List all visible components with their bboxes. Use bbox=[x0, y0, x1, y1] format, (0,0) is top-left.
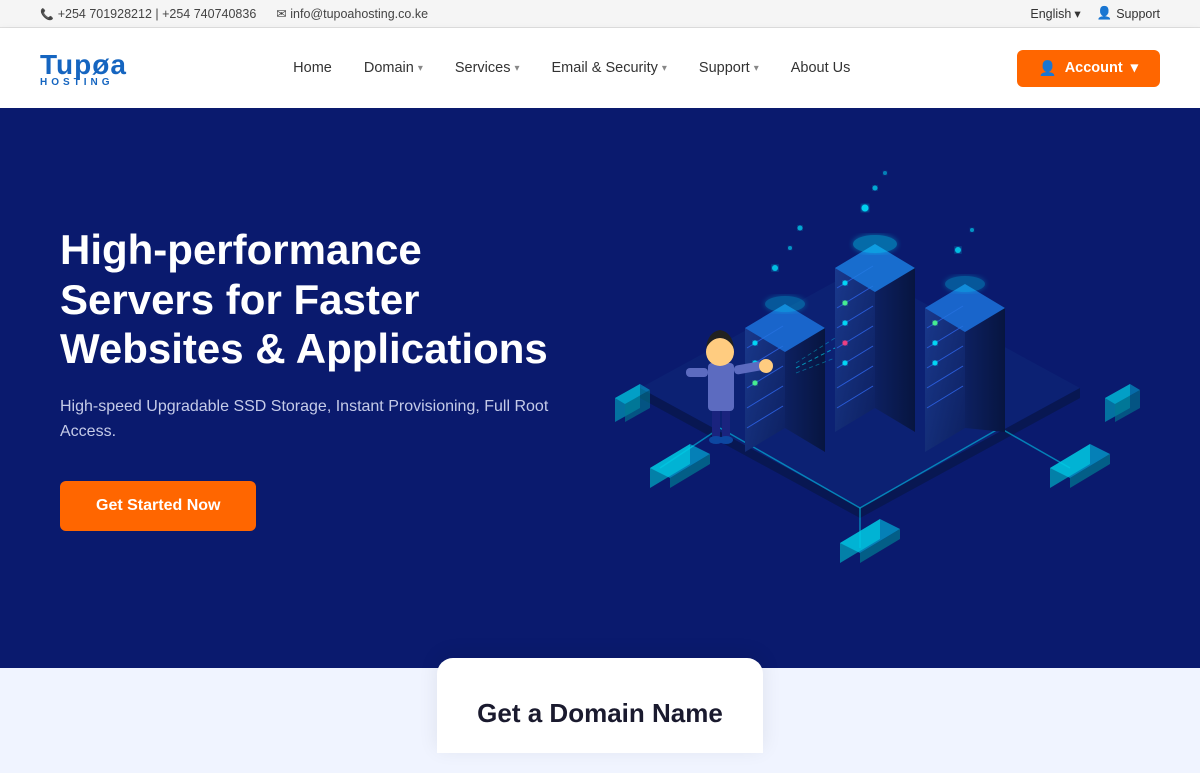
support-label: Support bbox=[1116, 7, 1160, 21]
support-link[interactable]: 👤 Support bbox=[1097, 6, 1160, 21]
topbar: +254 701928212 | +254 740740836 ✉ info@t… bbox=[0, 0, 1200, 28]
domain-section-wrapper: Get a Domain Name bbox=[0, 668, 1200, 773]
chevron-down-icon: ▾ bbox=[1131, 60, 1138, 76]
chevron-down-icon: ▾ bbox=[418, 63, 423, 74]
chevron-down-icon: ▾ bbox=[662, 63, 667, 74]
phone-number: +254 701928212 | +254 740740836 bbox=[40, 7, 256, 21]
email-address: ✉ info@tupoahosting.co.ke bbox=[276, 6, 428, 21]
domain-section: Get a Domain Name bbox=[437, 658, 763, 753]
nav-item-services[interactable]: Services ▾ bbox=[441, 52, 534, 84]
nav-link-services[interactable]: Services ▾ bbox=[441, 52, 534, 84]
nav-item-support[interactable]: Support ▾ bbox=[685, 52, 773, 84]
server-illustration-svg bbox=[560, 168, 1160, 588]
hero-title: High-performance Servers for Faster Webs… bbox=[60, 225, 560, 374]
logo-a: a bbox=[110, 49, 127, 80]
nav-item-domain[interactable]: Domain ▾ bbox=[350, 52, 437, 84]
hero-subtitle: High-speed Upgradable SSD Storage, Insta… bbox=[60, 394, 560, 445]
nav-item-about[interactable]: About Us bbox=[777, 52, 865, 84]
nav-link-about[interactable]: About Us bbox=[777, 52, 865, 84]
nav-menu: Home Domain ▾ Services ▾ Email & Securit… bbox=[279, 52, 864, 84]
cta-button[interactable]: Get Started Now bbox=[60, 481, 256, 531]
navbar: Tupøa HOSTING Home Domain ▾ Services ▾ E… bbox=[0, 28, 1200, 108]
chevron-down-icon: ▾ bbox=[1074, 6, 1080, 21]
language-selector[interactable]: English ▾ bbox=[1030, 6, 1080, 21]
nav-link-home[interactable]: Home bbox=[279, 52, 346, 84]
account-button[interactable]: 👤 Account ▾ bbox=[1017, 50, 1160, 87]
hero-section: High-performance Servers for Faster Webs… bbox=[0, 108, 1200, 668]
hero-content: High-performance Servers for Faster Webs… bbox=[60, 225, 560, 531]
topbar-right: English ▾ 👤 Support bbox=[1030, 6, 1160, 21]
hero-illustration bbox=[560, 168, 1160, 588]
logo-o: ø bbox=[92, 49, 110, 80]
nav-item-email-security[interactable]: Email & Security ▾ bbox=[538, 52, 681, 84]
user-icon: 👤 bbox=[1039, 60, 1057, 77]
account-label: Account bbox=[1065, 60, 1123, 76]
nav-item-home[interactable]: Home bbox=[279, 52, 346, 84]
domain-title: Get a Domain Name bbox=[477, 698, 723, 729]
topbar-left: +254 701928212 | +254 740740836 ✉ info@t… bbox=[40, 6, 428, 21]
logo-tup: Tup bbox=[40, 49, 92, 80]
logo[interactable]: Tupøa HOSTING bbox=[40, 49, 127, 88]
nav-link-domain[interactable]: Domain ▾ bbox=[350, 52, 437, 84]
nav-link-support[interactable]: Support ▾ bbox=[685, 52, 773, 84]
chevron-down-icon: ▾ bbox=[514, 63, 519, 74]
chevron-down-icon: ▾ bbox=[754, 63, 759, 74]
support-icon: 👤 bbox=[1097, 6, 1113, 21]
nav-link-email-security[interactable]: Email & Security ▾ bbox=[538, 52, 681, 84]
language-label: English bbox=[1030, 7, 1071, 21]
